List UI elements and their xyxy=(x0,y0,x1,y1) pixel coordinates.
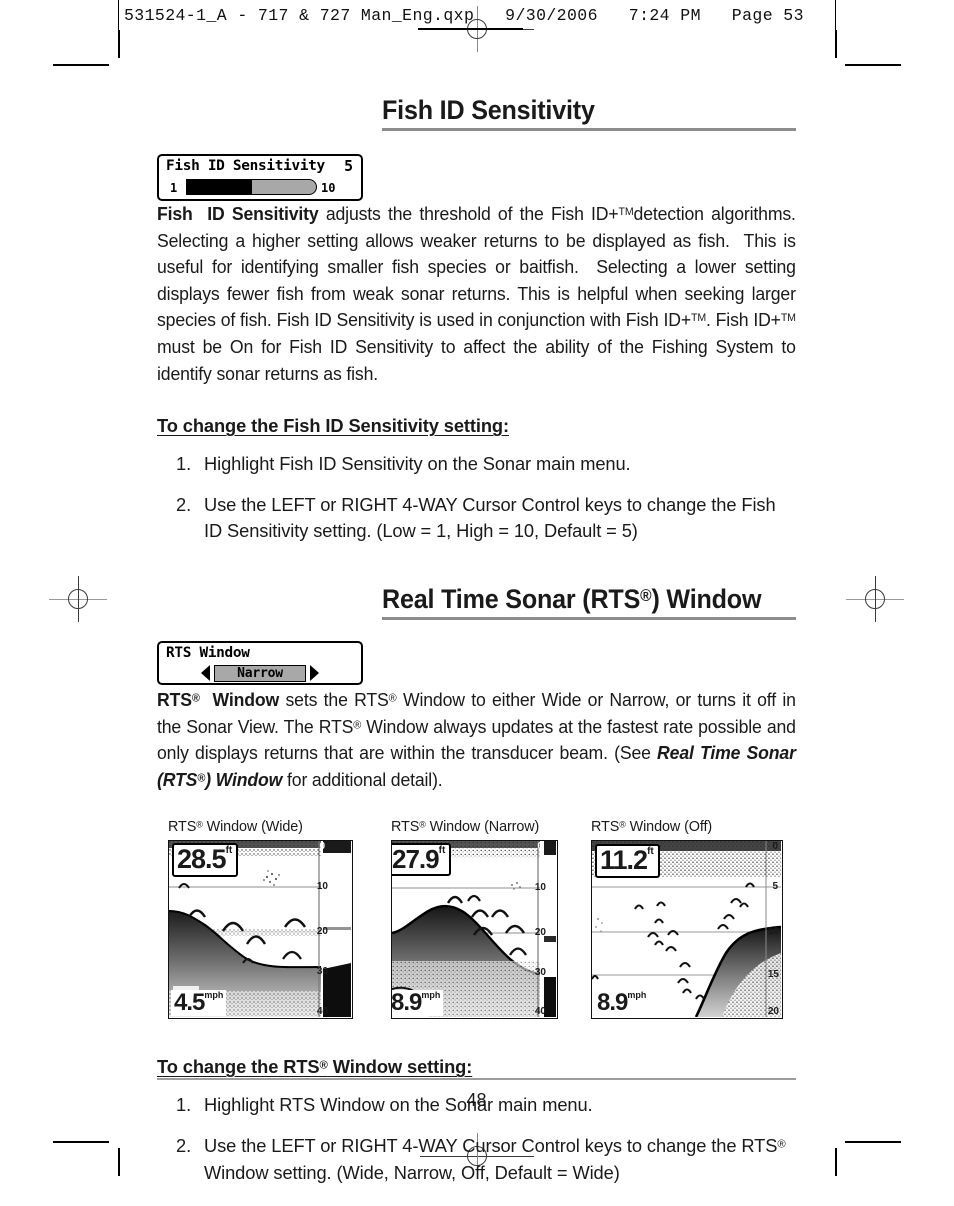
widget-value: 5 xyxy=(344,158,353,175)
sonar-screenshot-off: 11.2 ft 8.9 mph 0 5 10 15 20 xyxy=(591,840,783,1020)
list-item: 1. Highlight Fish ID Sensitivity on the … xyxy=(157,451,796,478)
scale-label: 20 xyxy=(316,926,328,938)
scale-label: 20 xyxy=(534,927,546,939)
heading-rule xyxy=(382,617,796,620)
slider-track[interactable] xyxy=(186,179,317,195)
speed-value: 8.9 xyxy=(597,989,628,1017)
slider-fill xyxy=(187,180,252,194)
scale-label: 40 xyxy=(534,1006,546,1018)
scale-label: 0 xyxy=(772,841,778,853)
step-number: 2. xyxy=(176,493,192,515)
fish-id-steps: 1. Highlight Fish ID Sensitivity on the … xyxy=(157,451,796,545)
right-arrow-icon[interactable] xyxy=(309,665,319,682)
rts-heading-row: Real Time Sonar (RTS®) Window xyxy=(382,585,796,637)
rts-paragraph: RTS® Window sets the RTS® Window to eith… xyxy=(157,688,796,790)
list-item: 2. Use the LEFT or RIGHT 4-WAY Cursor Co… xyxy=(157,1133,796,1186)
scale-label: 5 xyxy=(772,881,778,893)
selector-row[interactable]: Narrow xyxy=(159,664,361,683)
step-text: Use the LEFT or RIGHT 4-WAY Cursor Contr… xyxy=(204,1134,786,1183)
widget-title: RTS Window xyxy=(166,644,250,661)
section-fish-id-sensitivity: Fish ID Sensitivity Fish ID Sensitivity … xyxy=(157,96,796,545)
slider-row[interactable]: 1 10 xyxy=(159,179,361,197)
depth-unit: ft xyxy=(438,845,446,857)
scale-label: 30 xyxy=(534,967,546,979)
heading-rule xyxy=(382,128,796,131)
print-header-text: 531524-1_A - 717 & 727 Man_Eng.qxp 9/30/… xyxy=(124,6,804,25)
scale-label: 0 xyxy=(319,841,325,853)
step-number: 2. xyxy=(176,1134,192,1156)
widget-title: Fish ID Sensitivity xyxy=(166,158,325,174)
slider-min-label: 1 xyxy=(170,181,178,195)
figure-caption: RTS® Window (Wide) xyxy=(168,819,303,836)
depth-readout: 28.5 ft xyxy=(172,843,239,878)
crop-mark-bottom-right-v xyxy=(835,1148,837,1176)
depth-value: 11.2 xyxy=(600,845,648,876)
figure-caption: RTS® Window (Off) xyxy=(591,819,713,836)
scale-label: 10 xyxy=(767,926,779,938)
crop-mark-bottom-left-h xyxy=(53,1141,109,1143)
menu-widget-fish-id-sensitivity[interactable]: Fish ID Sensitivity 5 1 10 xyxy=(157,154,363,201)
registration-mark-right xyxy=(846,576,904,622)
speed-readout: 4.5 mph xyxy=(171,989,227,1017)
scale-label: 20 xyxy=(767,1006,779,1018)
manual-page: 531524-1_A - 717 & 727 Man_Eng.qxp 9/30/… xyxy=(0,0,954,1206)
scale-label: 15 xyxy=(767,969,779,981)
list-item: 2. Use the LEFT or RIGHT 4-WAY Cursor Co… xyxy=(157,492,796,545)
figure-caption: RTS® Window (Narrow) xyxy=(391,819,540,836)
sonar-screenshot-wide: 28.5 ft 4.5 mph 0 10 20 30 40 xyxy=(168,840,353,1020)
speed-readout: 8.9 mph xyxy=(391,989,444,1017)
left-arrow-icon[interactable] xyxy=(201,665,211,682)
scale-label: 30 xyxy=(316,966,328,978)
speed-unit: mph xyxy=(204,990,224,1001)
step-text: Highlight Fish ID Sensitivity on the Son… xyxy=(204,453,631,475)
crop-mark-top-left-v xyxy=(118,30,120,58)
depth-value: 27.9 xyxy=(392,844,440,875)
header-rule-right xyxy=(835,0,837,34)
crop-mark-bottom-right-h xyxy=(845,1141,901,1143)
page-title-rts-window: Real Time Sonar (RTS®) Window xyxy=(382,583,762,614)
depth-value: 28.5 xyxy=(177,844,227,875)
depth-unit: ft xyxy=(225,845,233,857)
step-number: 1. xyxy=(176,453,192,475)
speed-value: 8.9 xyxy=(391,989,422,1017)
crop-mark-top-right-h xyxy=(845,64,901,66)
scale-label: 40 xyxy=(316,1006,328,1018)
page-number: 48 xyxy=(466,1090,487,1110)
scale-label: 10 xyxy=(316,881,328,893)
header-underline xyxy=(418,28,523,30)
registration-mark-left xyxy=(49,576,107,622)
menu-widget-rts-window[interactable]: RTS Window Narrow xyxy=(157,640,363,685)
scale-label: 0 xyxy=(537,841,543,853)
scale-label: 10 xyxy=(534,882,546,894)
depth-readout: 27.9 ft xyxy=(392,843,452,877)
crop-mark-top-right-v xyxy=(835,30,837,58)
rts-lead-in: To change the RTS® Window setting: xyxy=(157,1056,473,1078)
fish-id-heading-row: Fish ID Sensitivity xyxy=(382,96,796,148)
crop-mark-top-left-h xyxy=(53,64,109,66)
depth-readout: 11.2 ft xyxy=(595,844,660,879)
speed-value: 4.5 xyxy=(174,989,205,1017)
selector-value-label: Narrow xyxy=(237,665,283,681)
figure-rts-wide: RTS® Window (Wide) 28.5 ft 4.5 mph 0 10 … xyxy=(168,819,353,1020)
figure-rts-off: RTS® Window (Off) 11.2 ft 8.9 mph 0 5 10… xyxy=(591,819,783,1020)
speed-unit: mph xyxy=(421,990,441,1001)
crop-mark-bottom-left-v xyxy=(118,1148,120,1176)
fish-id-paragraph: Fish ID Sensitivity adjusts the threshol… xyxy=(157,203,796,384)
sonar-figure-row: RTS® Window (Wide) 28.5 ft 4.5 mph 0 10 … xyxy=(157,819,796,1034)
page-content: Fish ID Sensitivity Fish ID Sensitivity … xyxy=(157,96,796,1186)
selector-value-box[interactable]: Narrow xyxy=(214,664,306,682)
header-rule-left xyxy=(118,0,120,34)
speed-readout: 8.9 mph xyxy=(594,989,650,1017)
footer-rule xyxy=(157,1078,796,1080)
step-text: Use the LEFT or RIGHT 4-WAY Cursor Contr… xyxy=(204,493,776,542)
page-title-fish-id: Fish ID Sensitivity xyxy=(382,95,595,125)
fish-id-lead-in: To change the Fish ID Sensitivity settin… xyxy=(157,415,509,437)
speed-unit: mph xyxy=(627,990,647,1001)
figure-rts-narrow: RTS® Window (Narrow) 27.9 ft 8.9 mph 0 1… xyxy=(391,819,558,1020)
slider-max-label: 10 xyxy=(321,181,336,195)
sonar-screenshot-narrow: 27.9 ft 8.9 mph 0 10 20 30 40 xyxy=(391,840,558,1020)
depth-unit: ft xyxy=(647,846,654,858)
